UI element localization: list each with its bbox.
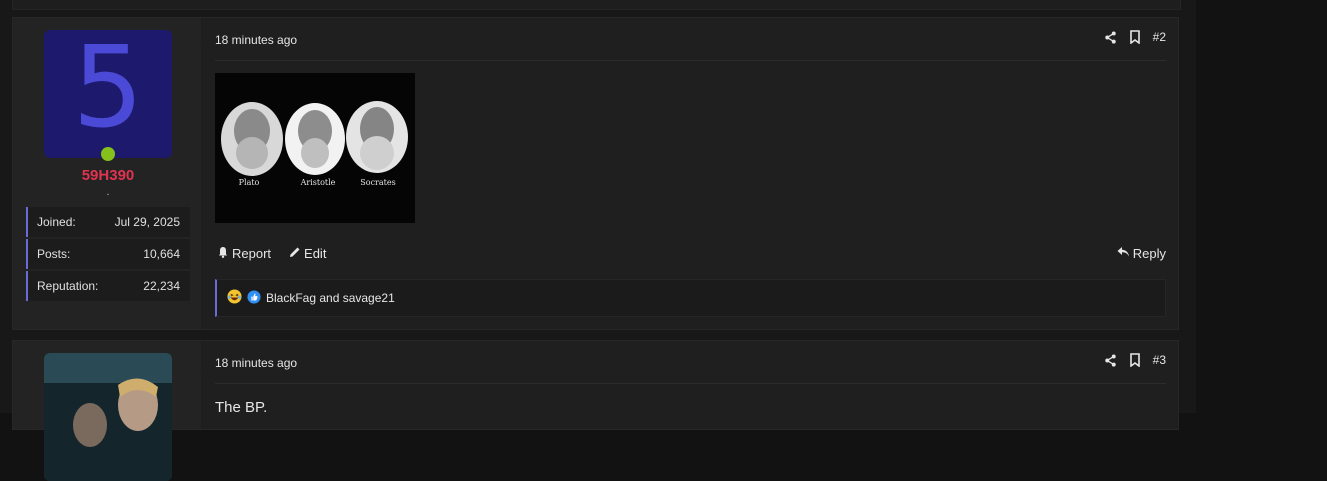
user-title: .: [106, 186, 110, 198]
pencil-icon: [289, 246, 301, 261]
avatar[interactable]: [44, 353, 172, 481]
share-icon[interactable]: [1104, 353, 1117, 367]
caption-socrates: Socrates: [360, 178, 395, 187]
post-timestamp[interactable]: 18 minutes ago: [215, 33, 297, 47]
caption-plato: Plato: [239, 178, 260, 187]
stat-posts: Posts: 10,664: [26, 239, 190, 269]
post-timestamp[interactable]: 18 minutes ago: [215, 356, 297, 370]
username[interactable]: 59H390: [13, 167, 203, 184]
stat-value: 22,234: [143, 279, 180, 293]
post-image[interactable]: Plato Aristotle Socrates: [215, 73, 415, 223]
reply-action: Reply: [1117, 246, 1166, 261]
report-button[interactable]: Report: [217, 246, 271, 261]
edit-label: Edit: [304, 246, 327, 261]
user-stats: Joined: Jul 29, 2025 Posts: 10,664 Reput…: [26, 207, 190, 303]
user-cell: [13, 341, 201, 481]
reply-button[interactable]: Reply: [1117, 246, 1166, 261]
right-gutter: [1196, 0, 1327, 413]
stat-value: Jul 29, 2025: [114, 215, 180, 229]
reactions-text[interactable]: BlackFag and savage21: [266, 291, 395, 305]
caption-aristotle: Aristotle: [300, 178, 336, 187]
stat-label: Reputation:: [37, 279, 99, 293]
avatar-photo: [44, 353, 172, 481]
thumbs-up-icon: [247, 289, 261, 307]
philosophers-image: Plato Aristotle Socrates: [215, 73, 415, 223]
post-main: 18 minutes ago #2 Plato Aristotle Socrat…: [203, 18, 1178, 329]
bell-icon: [217, 246, 229, 261]
online-status-icon: [101, 147, 115, 161]
stat-label: Posts:: [37, 247, 71, 261]
avatar-letter: 5: [72, 30, 144, 153]
post-meta-actions: #2: [1104, 30, 1166, 44]
reply-arrow-icon: [1117, 246, 1130, 261]
reactions-bar[interactable]: BlackFag and savage21: [215, 279, 1166, 317]
stat-value: 10,664: [143, 247, 180, 261]
post-actions: Report Edit: [217, 246, 326, 261]
share-icon[interactable]: [1104, 30, 1117, 44]
divider: [215, 383, 1166, 384]
post-meta-actions: #3: [1104, 353, 1166, 367]
reply-label: Reply: [1132, 246, 1166, 261]
report-label: Report: [232, 246, 272, 261]
post-main: 18 minutes ago #3 The BP.: [203, 341, 1178, 429]
stat-label: Joined:: [37, 215, 76, 229]
laughing-emoji-icon: [227, 289, 242, 307]
post-body: The BP.: [215, 399, 268, 416]
bookmark-icon[interactable]: [1129, 353, 1141, 367]
post-number[interactable]: #2: [1153, 30, 1166, 44]
stat-joined: Joined: Jul 29, 2025: [26, 207, 190, 237]
post: 18 minutes ago #3 The BP.: [12, 340, 1179, 481]
bookmark-icon[interactable]: [1129, 30, 1141, 44]
avatar[interactable]: 5: [44, 30, 172, 158]
post-number[interactable]: #3: [1153, 353, 1166, 367]
edit-button[interactable]: Edit: [289, 246, 326, 261]
post: 5 59H390 . Joined: Jul 29, 2025 Posts: 1…: [12, 17, 1179, 330]
divider: [215, 60, 1166, 61]
stat-reputation: Reputation: 22,234: [26, 271, 190, 301]
user-cell: 5 59H390 . Joined: Jul 29, 2025 Posts: 1…: [13, 18, 201, 329]
previous-post-stub: [12, 0, 1181, 10]
